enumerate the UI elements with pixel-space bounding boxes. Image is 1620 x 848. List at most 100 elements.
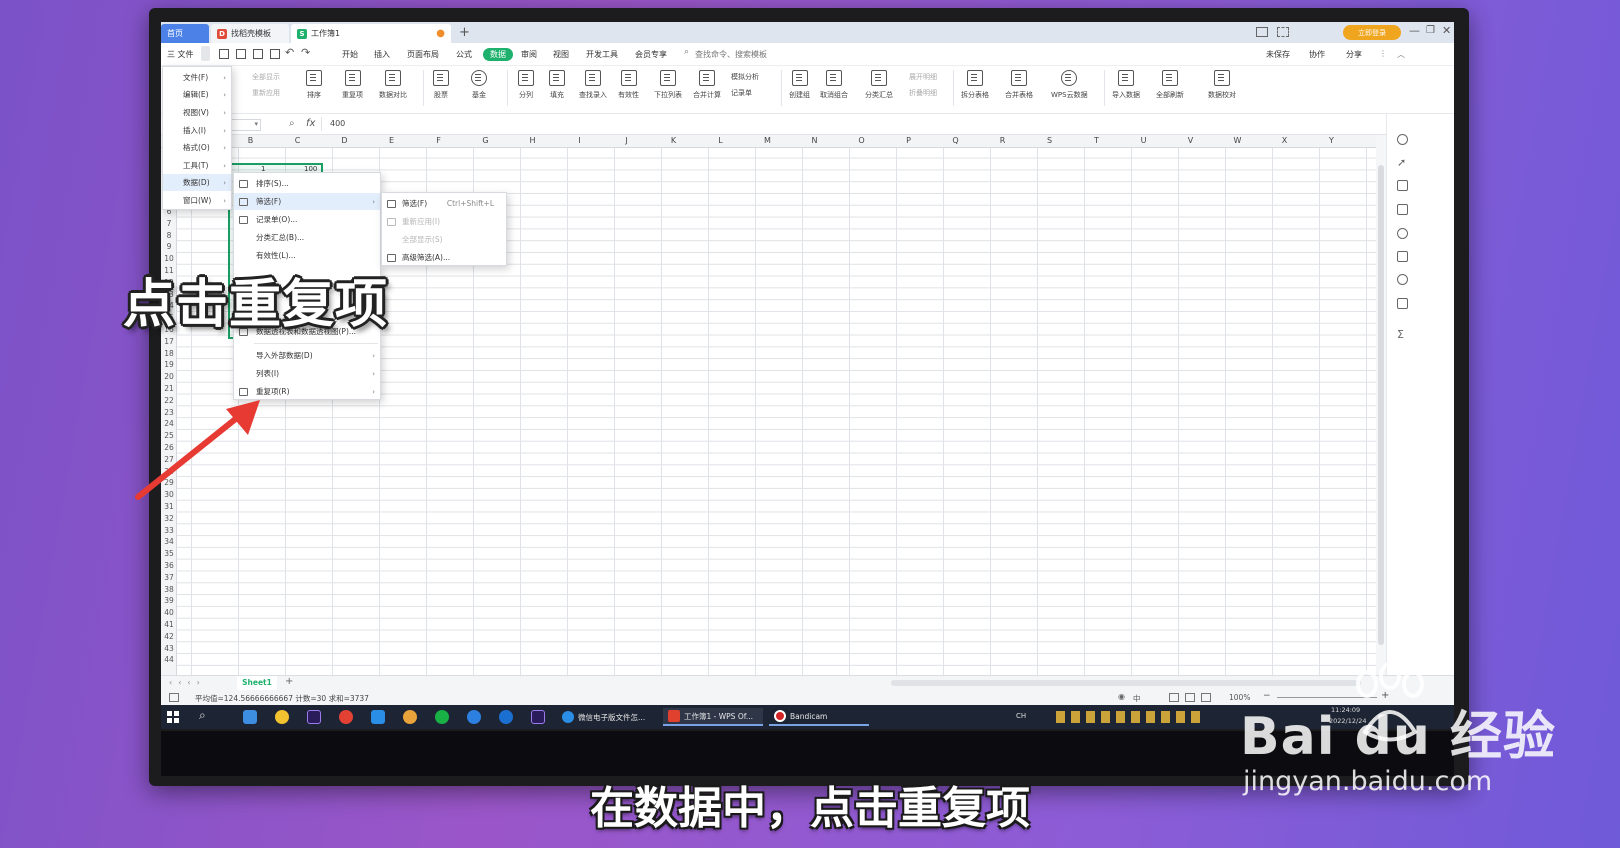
refresh-all-button[interactable]: 全部刷新: [1156, 70, 1184, 100]
vertical-scrollbar[interactable]: [1376, 135, 1386, 675]
file-menu-button[interactable]: 三 文件: [167, 49, 194, 60]
row-header-cell[interactable]: 37: [161, 572, 177, 584]
lookup-entry-button[interactable]: 查找录入: [579, 70, 607, 100]
fund-button[interactable]: 基金: [471, 70, 487, 100]
crop-icon[interactable]: [1397, 204, 1408, 215]
collaborate-button[interactable]: 协作: [1309, 49, 1325, 60]
column-header-cell[interactable]: P: [885, 136, 932, 145]
merge-table-button[interactable]: 合并表格: [1005, 70, 1033, 100]
column-header-cell[interactable]: G: [462, 136, 509, 145]
collapse-detail-button[interactable]: 折叠明细: [909, 88, 937, 98]
row-header-cell[interactable]: 40: [161, 607, 177, 619]
menu-insert[interactable]: 插入: [374, 49, 390, 60]
collapse-ribbon-icon[interactable]: ︿: [1397, 49, 1405, 60]
column-header-cell[interactable]: L: [697, 136, 744, 145]
column-header-cell[interactable]: U: [1120, 136, 1167, 145]
page-layout-icon[interactable]: [1185, 693, 1195, 702]
row-header-cell[interactable]: 21: [161, 383, 177, 395]
ungroup-button[interactable]: 取消组合: [820, 70, 848, 100]
row-header-cell[interactable]: 43: [161, 643, 177, 655]
compare-button[interactable]: 数据对比: [379, 70, 407, 100]
grid-view-icon[interactable]: [1277, 27, 1289, 37]
column-header-cell[interactable]: Y: [1308, 136, 1355, 145]
menu-view-classic[interactable]: 视图(V) ›: [163, 104, 231, 121]
column-header-cell[interactable]: B: [227, 136, 274, 145]
photos-icon[interactable]: [243, 710, 257, 724]
wechat-icon[interactable]: [435, 710, 449, 724]
menu-start[interactable]: 开始: [342, 49, 358, 60]
book-icon[interactable]: [1397, 298, 1408, 309]
search-app-icon[interactable]: [371, 710, 385, 724]
new-tab-plus-icon[interactable]: +: [459, 25, 470, 40]
cloud-sync-icon[interactable]: [1397, 134, 1408, 145]
split-column-button[interactable]: 分列: [518, 70, 534, 100]
split-table-button[interactable]: 拆分表格: [961, 70, 989, 100]
row-header-cell[interactable]: 20: [161, 371, 177, 383]
record-form-button[interactable]: 记录单: [731, 88, 752, 98]
premiere-icon[interactable]: [531, 710, 545, 724]
validation-button[interactable]: 有效性: [618, 70, 639, 100]
consolidate-button[interactable]: 合并计算: [693, 70, 721, 100]
wps-cloud-data-button[interactable]: WPS云数据: [1051, 70, 1088, 100]
fx-icon[interactable]: fx: [306, 118, 315, 129]
sheet-nav-icons[interactable]: ‹‹‹›: [169, 678, 206, 687]
chrome-icon[interactable]: [339, 710, 353, 724]
ime-indicator[interactable]: CH: [1016, 712, 1026, 720]
taskbar-app-bandicam[interactable]: Bandicam: [769, 708, 869, 726]
ime-status[interactable]: 中: [1133, 693, 1141, 704]
row-header-cell[interactable]: 39: [161, 595, 177, 607]
column-header-cell[interactable]: M: [744, 136, 791, 145]
menu-review[interactable]: 审阅: [521, 49, 537, 60]
show-all-button[interactable]: 全部显示: [252, 72, 280, 82]
import-data-button[interactable]: 导入数据: [1112, 70, 1140, 100]
start-icon[interactable]: [167, 711, 179, 723]
minimize-icon[interactable]: —: [1409, 24, 1420, 37]
row-header-cell[interactable]: 41: [161, 619, 177, 631]
menu-view[interactable]: 视图: [553, 49, 569, 60]
formula-input[interactable]: 400: [321, 117, 1381, 131]
menu-window[interactable]: 窗口(W) ›: [163, 192, 231, 209]
column-header-cell[interactable]: Q: [932, 136, 979, 145]
menu-filter[interactable]: 筛选(F) ›: [234, 193, 380, 210]
restore-icon[interactable]: ❐: [1426, 25, 1435, 36]
data-check-button[interactable]: 数据校对: [1208, 70, 1236, 100]
menu-record-form[interactable]: 记录单(O)...: [234, 211, 380, 228]
horizontal-scrollbar[interactable]: [891, 680, 1361, 686]
edge-icon[interactable]: [499, 710, 513, 724]
edit-icon[interactable]: [1397, 251, 1408, 262]
filter-settings-icon[interactable]: [1397, 180, 1408, 191]
what-if-button[interactable]: 模拟分析: [731, 72, 759, 82]
menu-format[interactable]: 格式(O) ›: [163, 139, 231, 156]
export-icon[interactable]: [236, 49, 246, 59]
reapply-button[interactable]: 重新应用: [252, 88, 280, 98]
row-header-cell[interactable]: 32: [161, 513, 177, 525]
menu-import-external[interactable]: 导入外部数据(D) ›: [234, 347, 380, 364]
column-header-cell[interactable]: H: [509, 136, 556, 145]
more-icon[interactable]: ⋮: [1379, 49, 1387, 58]
column-header-cell[interactable]: T: [1073, 136, 1120, 145]
row-header-cell[interactable]: 42: [161, 631, 177, 643]
create-group-button[interactable]: 创建组: [789, 70, 810, 100]
menu-filter-toggle[interactable]: 筛选(F) Ctrl+Shift+L: [382, 195, 506, 212]
menu-edit[interactable]: 编辑(E) ›: [163, 86, 231, 103]
row-header-cell[interactable]: 9: [161, 241, 177, 253]
column-header-cell[interactable]: K: [650, 136, 697, 145]
column-header-cell[interactable]: E: [368, 136, 415, 145]
duplicates-button[interactable]: 重复项: [342, 70, 363, 100]
help-icon[interactable]: [1397, 228, 1408, 239]
menu-formula[interactable]: 公式: [456, 49, 472, 60]
menu-file[interactable]: 文件(F) ›: [163, 69, 231, 86]
column-header-cell[interactable]: S: [1026, 136, 1073, 145]
row-header-cell[interactable]: 18: [161, 348, 177, 360]
menu-advanced-filter[interactable]: 高级筛选(A)...: [382, 249, 506, 266]
redo-icon[interactable]: ↷: [301, 46, 310, 59]
tray-icons[interactable]: [1056, 711, 1206, 723]
save-icon[interactable]: [219, 49, 229, 59]
unsaved-status[interactable]: 未保存: [1266, 49, 1290, 60]
row-header-cell[interactable]: 33: [161, 525, 177, 537]
column-header-cell[interactable]: X: [1261, 136, 1308, 145]
tab-home[interactable]: 首页: [161, 24, 209, 43]
sort-button[interactable]: 排序: [306, 70, 322, 100]
layout-icon[interactable]: [1256, 27, 1268, 37]
preview-icon[interactable]: [270, 49, 280, 59]
